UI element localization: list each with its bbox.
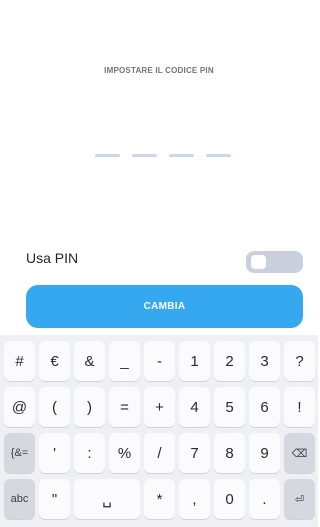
key[interactable]: ! [284,387,315,427]
key[interactable]: " [39,479,70,519]
key[interactable]: . [249,479,280,519]
key[interactable]: ) [74,387,105,427]
key[interactable]: 2 [214,341,245,381]
key[interactable]: _ [109,341,140,381]
abc-key[interactable]: abc [4,479,35,519]
key[interactable]: 8 [214,433,245,473]
key[interactable]: # [4,341,35,381]
key[interactable]: & [74,341,105,381]
space-key[interactable]: ␣ [74,479,140,519]
key[interactable]: / [144,433,175,473]
key[interactable]: * [144,479,175,519]
space-icon: ␣ [102,491,112,508]
key[interactable]: 0 [214,479,245,519]
backspace-icon: ⌫ [291,447,308,460]
key[interactable]: = [109,387,140,427]
key[interactable]: 7 [179,433,210,473]
key[interactable]: % [109,433,140,473]
key[interactable]: 4 [179,387,210,427]
change-button[interactable]: CAMBIA [26,285,303,328]
key[interactable]: ( [39,387,70,427]
use-pin-label: Usa PIN [26,250,79,266]
pin-digit-slot [132,154,157,157]
key[interactable]: + [144,387,175,427]
pin-digit-slot [169,154,194,157]
key[interactable]: 6 [249,387,280,427]
keyboard: # € & _ - 1 2 3 ? @ ( ) = + 4 5 6 ! {&= … [0,335,318,527]
pin-setup-screen: IMPOSTARE IL CODICE PIN Usa PIN CAMBIA #… [0,0,318,527]
pin-digit-slot [206,154,231,157]
toggle-knob [251,255,266,269]
key[interactable]: 3 [249,341,280,381]
page-title: IMPOSTARE IL CODICE PIN [104,66,214,75]
use-pin-toggle[interactable] [246,251,303,273]
key[interactable]: ' [39,433,70,473]
key[interactable]: € [39,341,70,381]
key[interactable]: - [144,341,175,381]
key[interactable]: : [74,433,105,473]
enter-key[interactable]: ⏎ [284,479,315,519]
pin-digit-slot [95,154,120,157]
key[interactable]: 5 [214,387,245,427]
key[interactable]: 9 [249,433,280,473]
pin-indicator [95,154,231,157]
symbols-toggle-key[interactable]: {&= [4,433,35,473]
backspace-key[interactable]: ⌫ [284,433,315,473]
key[interactable]: , [179,479,210,519]
key[interactable]: ? [284,341,315,381]
key[interactable]: 1 [179,341,210,381]
key[interactable]: @ [4,387,35,427]
enter-icon: ⏎ [294,493,305,506]
